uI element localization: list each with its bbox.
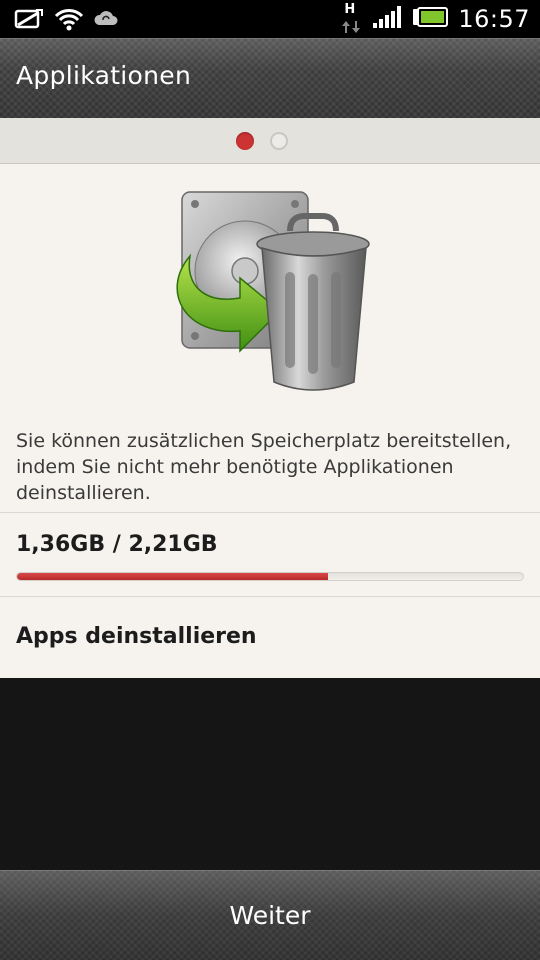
battery-icon <box>412 7 449 31</box>
page-indicator <box>0 118 540 164</box>
status-bar: H 16:57 <box>0 0 540 38</box>
trash-can-icon <box>256 213 370 391</box>
divider <box>0 596 540 597</box>
content-panel: Sie können zusätzlichen Speicherplatz be… <box>0 164 540 678</box>
signal-icon <box>372 5 402 33</box>
page-dot-active <box>236 132 254 150</box>
page-dot-inactive <box>270 132 288 150</box>
next-button[interactable]: Weiter <box>0 870 540 960</box>
title-bar: Applikationen <box>0 38 540 118</box>
storage-progress-bar <box>16 572 524 581</box>
description-text: Sie können zusätzlichen Speicherplatz be… <box>16 430 512 504</box>
page-title: Applikationen <box>16 61 192 90</box>
screenshot-icon <box>14 8 44 34</box>
uninstall-apps-item[interactable]: Apps deinstallieren <box>0 598 540 678</box>
storage-progress-fill <box>17 573 329 580</box>
network-type-label: H <box>344 2 356 17</box>
hero-illustration <box>150 186 390 396</box>
divider <box>0 512 540 513</box>
uninstall-apps-label: Apps deinstallieren <box>16 624 257 649</box>
next-button-label: Weiter <box>229 901 311 930</box>
wifi-icon <box>54 7 84 35</box>
storage-usage-label: 1,36GB / 2,21GB <box>16 532 218 557</box>
sync-cloud-icon <box>94 9 118 33</box>
data-transfer-icon: H <box>340 2 362 36</box>
clock: 16:57 <box>458 5 530 33</box>
